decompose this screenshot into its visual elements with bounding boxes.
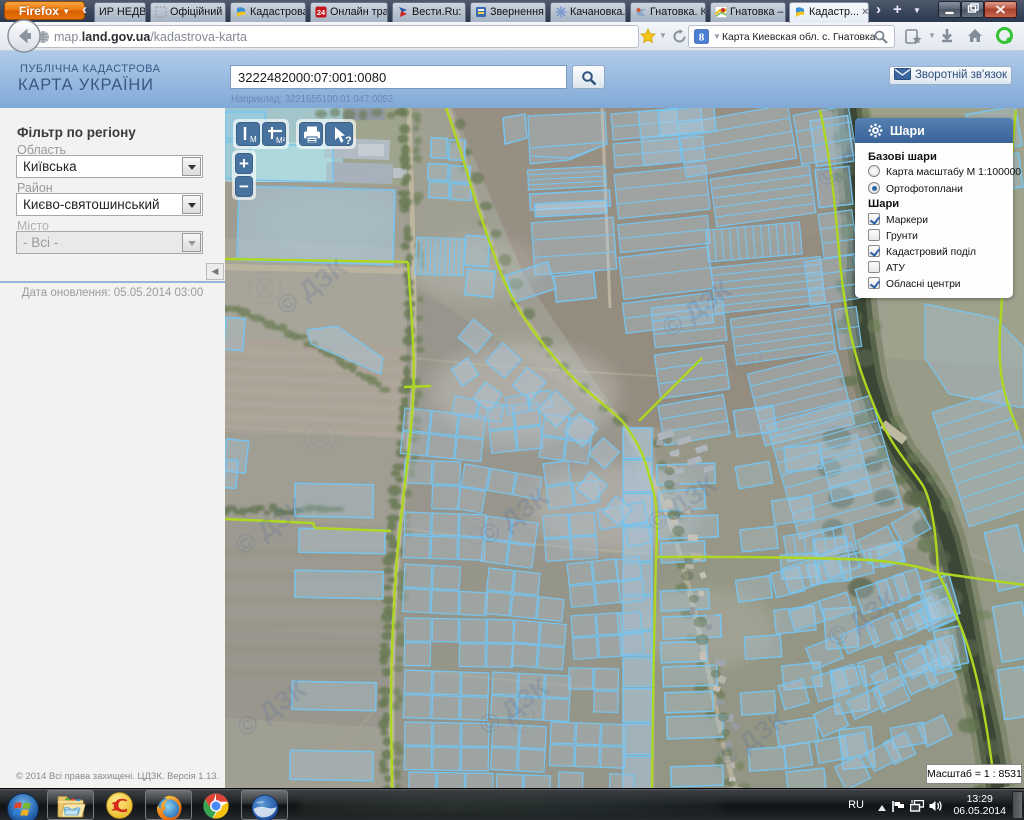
- svg-text:8: 8: [699, 32, 705, 44]
- svg-text:?: ?: [345, 135, 352, 147]
- svg-text:24: 24: [317, 8, 326, 17]
- svg-text:M²: M²: [276, 136, 286, 145]
- svg-text:M: M: [250, 135, 257, 144]
